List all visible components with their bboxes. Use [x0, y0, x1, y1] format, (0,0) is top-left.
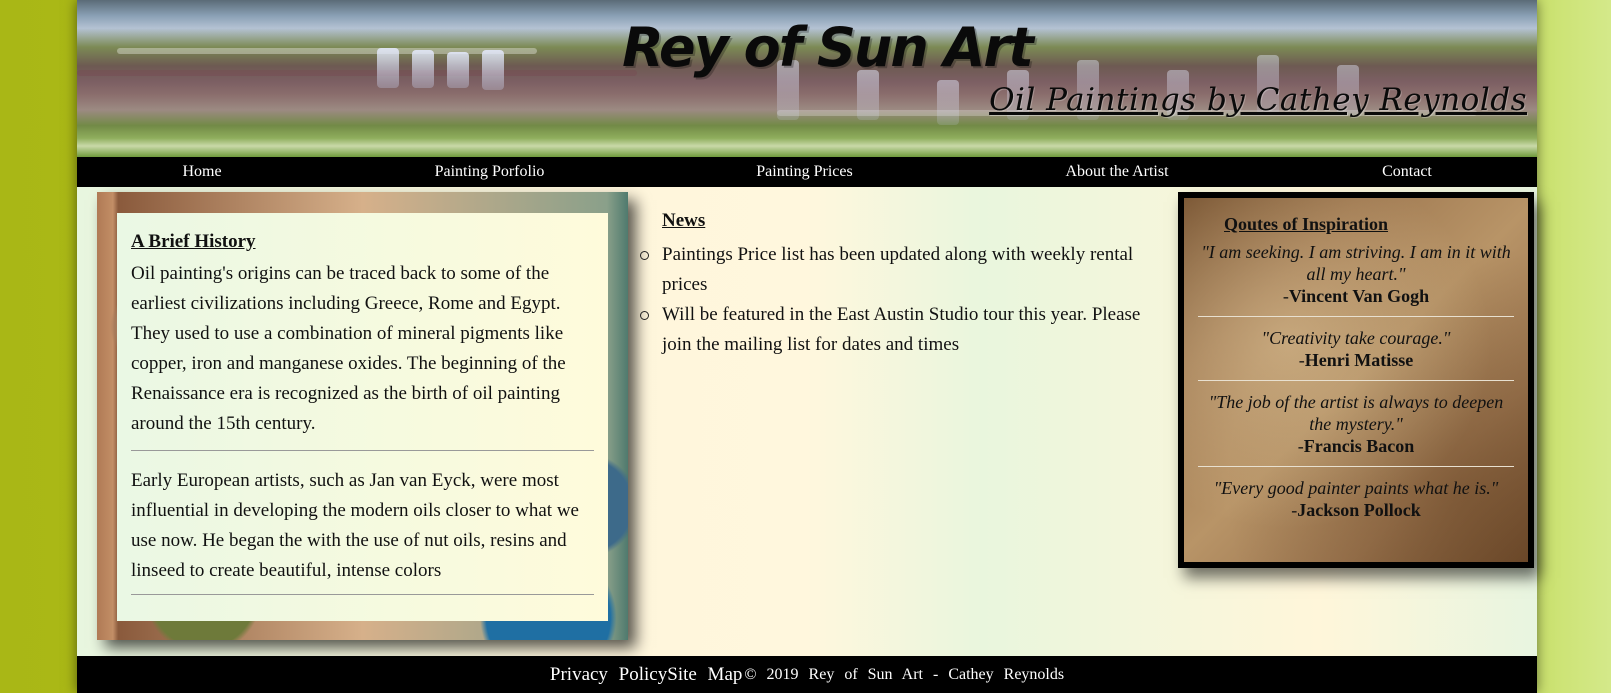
nav-home[interactable]: Home — [77, 157, 327, 187]
divider — [131, 450, 594, 451]
divider — [131, 594, 594, 595]
quote-author: -Henri Matisse — [1298, 350, 1414, 370]
news-item: Paintings Price list has been updated al… — [640, 240, 1172, 300]
quote-text: "I am seeking. I am striving. I am in it… — [1201, 242, 1511, 284]
nav-painting-prices[interactable]: Painting Prices — [652, 157, 957, 187]
history-paragraph-2: Early European artists, such as Jan van … — [131, 470, 579, 581]
history-heading: A Brief History — [131, 231, 256, 252]
news-heading: News — [662, 210, 706, 231]
divider — [1198, 316, 1514, 317]
quote-text: "The job of the artist is always to deep… — [1208, 392, 1504, 434]
quote-item: "Every good painter paints what he is." … — [1198, 477, 1514, 521]
quote-item: "The job of the artist is always to deep… — [1198, 391, 1514, 457]
history-frame: A Brief History Oil painting's origins c… — [97, 192, 628, 640]
copyright-text: © 2019 Rey of Sun Art - Cathey Reynolds — [744, 665, 1065, 683]
quote-item: "I am seeking. I am striving. I am in it… — [1198, 241, 1514, 307]
news-section: News Paintings Price list has been updat… — [640, 210, 1172, 360]
quote-author: -Vincent Van Gogh — [1282, 286, 1430, 306]
quote-text: "Creativity take courage." — [1261, 328, 1451, 348]
site-map-link[interactable]: Site Map — [667, 664, 742, 686]
news-item: Will be featured in the East Austin Stud… — [640, 300, 1172, 360]
history-panel: A Brief History Oil painting's origins c… — [117, 213, 608, 621]
main-nav: Home Painting Porfolio Painting Prices A… — [77, 157, 1537, 187]
nav-contact[interactable]: Contact — [1277, 157, 1537, 187]
quotes-heading: Qoutes of Inspiration — [1224, 214, 1389, 234]
footer: Privacy Policy Site Map © 2019 Rey of Su… — [77, 656, 1537, 693]
quote-item: "Creativity take courage." -Henri Matiss… — [1198, 327, 1514, 371]
quote-text: "Every good painter paints what he is." — [1213, 478, 1499, 498]
divider — [1198, 466, 1514, 467]
site-title: Rey of Sun Art — [622, 16, 1034, 79]
nav-painting-portfolio[interactable]: Painting Porfolio — [327, 157, 652, 187]
history-paragraph-1: Oil painting's origins can be traced bac… — [131, 263, 566, 434]
privacy-policy-link[interactable]: Privacy Policy — [550, 664, 667, 686]
site-subtitle: Oil Paintings by Cathey Reynolds — [989, 82, 1527, 118]
quotes-frame: Qoutes of Inspiration "I am seeking. I a… — [1178, 192, 1534, 568]
quote-author: -Francis Bacon — [1297, 436, 1415, 456]
page-container: Rey of Sun Art Oil Paintings by Cathey R… — [77, 0, 1537, 693]
quote-author: -Jackson Pollock — [1291, 500, 1421, 520]
quotes-panel: Qoutes of Inspiration "I am seeking. I a… — [1184, 198, 1528, 562]
divider — [1198, 380, 1514, 381]
nav-about-the-artist[interactable]: About the Artist — [957, 157, 1277, 187]
news-list: Paintings Price list has been updated al… — [640, 240, 1172, 360]
header-banner: Rey of Sun Art Oil Paintings by Cathey R… — [77, 0, 1537, 157]
